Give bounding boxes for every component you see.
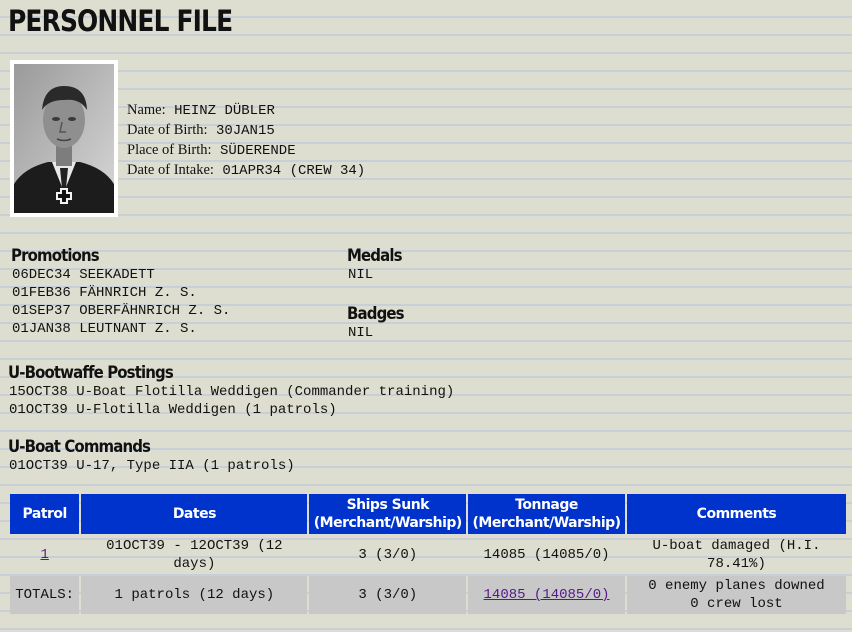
name-row: Name: HEINZ DÜBLER <box>127 101 365 121</box>
dob-row: Date of Birth: 30JAN15 <box>127 121 365 141</box>
personal-details: Name: HEINZ DÜBLER Date of Birth: 30JAN1… <box>127 101 365 181</box>
totals-comments: 0 enemy planes downed 0 crew lost <box>626 576 846 614</box>
ships-header-line1: Ships Sunk <box>346 497 430 513</box>
pob-row: Place of Birth: SÜDERENDE <box>127 141 365 161</box>
pob-value: SÜDERENDE <box>219 143 296 159</box>
name-label: Name: <box>127 102 166 118</box>
medals-heading: Medals <box>347 246 402 266</box>
col-header-comments: Comments <box>626 494 846 534</box>
portrait-image <box>14 64 114 213</box>
promotions-section: Promotions 06DEC34 SEEKADETT 01FEB36 FÄH… <box>11 246 230 338</box>
personnel-photo <box>10 60 118 217</box>
totals-ships: 3 (3/0) <box>309 576 467 614</box>
totals-comments-line1: 0 enemy planes downed <box>648 578 825 594</box>
ships-cell: 3 (3/0) <box>358 547 418 563</box>
medals-section: Medals NIL <box>347 246 409 284</box>
dob-label: Date of Birth: <box>127 122 208 138</box>
table-header-row: Patrol Dates Ships Sunk (Merchant/Warship… <box>10 494 846 534</box>
list-item: 15OCT38 U-Boat Flotilla Weddigen (Comman… <box>9 384 455 400</box>
postings-heading: U-Bootwaffe Postings <box>8 363 174 383</box>
ships-header-line2: (Merchant/Warship) <box>313 515 463 531</box>
promotions-heading: Promotions <box>11 246 100 266</box>
promotions-list: 06DEC34 SEEKADETT 01FEB36 FÄHNRICH Z. S.… <box>12 266 230 338</box>
table-row: 1 01OCT39 - 12OCT39 (12 days) 3 (3/0) 14… <box>10 536 846 574</box>
tonnage-cell: 14085 (14085/0) <box>483 547 610 563</box>
col-header-patrol: Patrol <box>10 494 80 534</box>
list-item: 06DEC34 SEEKADETT <box>12 267 155 283</box>
totals-row: TOTALS: 1 patrols (12 days) 3 (3/0) 1408… <box>10 576 846 614</box>
col-header-ships: Ships Sunk (Merchant/Warship) <box>309 494 467 534</box>
totals-patrols: 1 patrols (12 days) <box>81 576 308 614</box>
intake-row: Date of Intake: 01APR34 (CREW 34) <box>127 161 365 181</box>
commands-list: 01OCT39 U-17, Type IIA (1 patrols) <box>9 457 295 475</box>
dates-cell: 01OCT39 - 12OCT39 (12 days) <box>106 538 283 572</box>
totals-comments-line2: 0 crew lost <box>690 596 783 612</box>
list-item: 01SEP37 OBERFÄHNRICH Z. S. <box>12 303 231 319</box>
list-item: 01OCT39 U-17, Type IIA (1 patrols) <box>9 458 295 474</box>
col-header-dates: Dates <box>81 494 308 534</box>
col-header-tonnage: Tonnage (Merchant/Warship) <box>468 494 625 534</box>
totals-tonnage-link[interactable]: 14085 (14085/0) <box>484 587 610 603</box>
commands-section: U-Boat Commands 01OCT39 U-17, Type IIA (… <box>8 437 295 475</box>
tonnage-header-line1: Tonnage <box>515 497 578 513</box>
badges-heading: Badges <box>347 304 405 324</box>
name-value: HEINZ DÜBLER <box>174 103 275 119</box>
intake-value: 01APR34 (CREW 34) <box>222 163 366 179</box>
tonnage-header-line2: (Merchant/Warship) <box>472 515 622 531</box>
medals-value: NIL <box>348 267 374 283</box>
pob-label: Place of Birth: <box>127 142 212 158</box>
comments-cell: U-boat damaged (H.I. 78.41%) <box>652 538 821 572</box>
patrol-link[interactable]: 1 <box>40 547 48 563</box>
list-item: 01JAN38 LEUTNANT Z. S. <box>12 321 197 337</box>
intake-label: Date of Intake: <box>127 162 214 178</box>
list-item: 01FEB36 FÄHNRICH Z. S. <box>12 285 197 301</box>
postings-section: U-Bootwaffe Postings 15OCT38 U-Boat Flot… <box>8 363 454 419</box>
totals-label: TOTALS: <box>10 576 80 614</box>
list-item: 01OCT39 U-Flotilla Weddigen (1 patrols) <box>9 402 337 418</box>
page-title: PERSONNEL FILE <box>8 4 233 38</box>
commands-heading: U-Boat Commands <box>8 437 151 457</box>
patrol-cell: 1 <box>10 536 79 574</box>
badges-value: NIL <box>348 325 374 341</box>
postings-list: 15OCT38 U-Boat Flotilla Weddigen (Comman… <box>9 383 454 419</box>
totals-tonnage-cell: 14085 (14085/0) <box>468 576 625 614</box>
dob-value: 30JAN15 <box>215 123 275 139</box>
badges-section: Badges NIL <box>347 304 411 342</box>
patrol-table: Patrol Dates Ships Sunk (Merchant/Warship… <box>8 492 848 616</box>
